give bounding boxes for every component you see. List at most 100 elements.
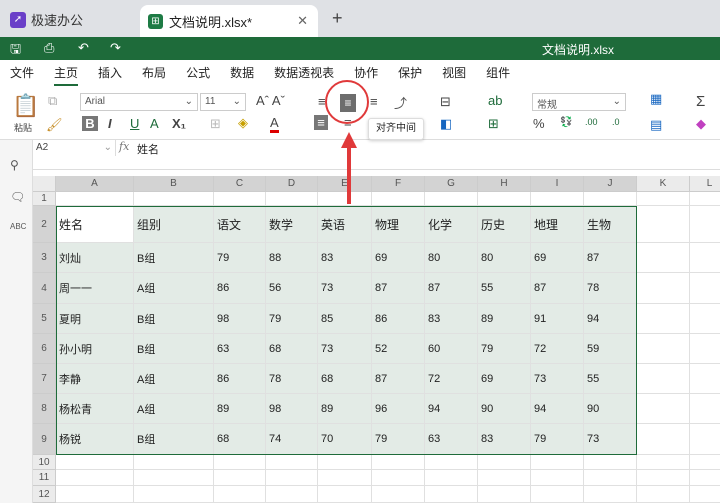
cell[interactable] xyxy=(531,470,584,486)
cell[interactable]: 孙小明 xyxy=(56,334,134,364)
column-header[interactable]: C xyxy=(214,176,266,192)
cell[interactable]: 86 xyxy=(214,273,266,304)
cell[interactable]: 语文 xyxy=(214,206,266,243)
row-header[interactable]: 3 xyxy=(33,243,56,273)
row-header[interactable]: 9 xyxy=(33,424,56,455)
cell[interactable] xyxy=(318,455,372,470)
cell[interactable] xyxy=(56,486,134,503)
increase-decimal-icon[interactable]: .00 xyxy=(585,117,598,127)
cell[interactable] xyxy=(690,470,720,486)
cell[interactable] xyxy=(637,470,690,486)
column-header[interactable]: I xyxy=(531,176,584,192)
cell[interactable] xyxy=(214,470,266,486)
cell[interactable] xyxy=(637,243,690,273)
cell[interactable]: 生物 xyxy=(584,206,637,243)
cell[interactable] xyxy=(637,486,690,503)
sum-icon[interactable]: Σ xyxy=(696,93,705,110)
cell[interactable] xyxy=(584,470,637,486)
cell[interactable] xyxy=(584,486,637,503)
cell[interactable] xyxy=(690,364,720,394)
cell[interactable]: 刘灿 xyxy=(56,243,134,273)
cell[interactable] xyxy=(531,192,584,206)
cell[interactable]: 化学 xyxy=(425,206,478,243)
cell[interactable]: 94 xyxy=(584,304,637,334)
cell[interactable]: 89 xyxy=(214,394,266,424)
cell[interactable] xyxy=(637,273,690,304)
cell[interactable]: 69 xyxy=(372,243,425,273)
number-format-select[interactable]: 常规 ⌄ xyxy=(532,93,626,111)
cell[interactable]: 74 xyxy=(266,424,318,455)
column-header[interactable]: K xyxy=(637,176,690,192)
cell[interactable]: 60 xyxy=(425,334,478,364)
cell[interactable] xyxy=(478,192,531,206)
undo-icon[interactable]: ↶ xyxy=(78,40,89,56)
cell[interactable]: B组 xyxy=(134,334,214,364)
cell[interactable]: B组 xyxy=(134,243,214,273)
cell[interactable] xyxy=(637,206,690,243)
cell[interactable]: 98 xyxy=(214,304,266,334)
cell[interactable]: 杨松青 xyxy=(56,394,134,424)
cell[interactable]: 70 xyxy=(318,424,372,455)
cell[interactable] xyxy=(425,455,478,470)
cell[interactable]: A组 xyxy=(134,364,214,394)
menu-item[interactable]: 公式 xyxy=(186,64,210,81)
bold-icon[interactable]: B xyxy=(82,116,98,131)
menu-item[interactable]: 数据 xyxy=(230,64,254,81)
menu-item[interactable]: 文件 xyxy=(10,64,34,81)
cell[interactable] xyxy=(584,192,637,206)
row-header[interactable]: 10 xyxy=(33,455,56,470)
cell[interactable] xyxy=(637,192,690,206)
cell[interactable] xyxy=(425,470,478,486)
menu-item[interactable]: 保护 xyxy=(398,64,422,81)
cell[interactable]: 79 xyxy=(266,304,318,334)
cell[interactable]: 94 xyxy=(531,394,584,424)
cell[interactable]: 数学 xyxy=(266,206,318,243)
cell[interactable] xyxy=(372,470,425,486)
row-header[interactable]: 4 xyxy=(33,273,56,304)
cell[interactable]: 69 xyxy=(478,364,531,394)
row-header[interactable]: 6 xyxy=(33,334,56,364)
cell[interactable]: 90 xyxy=(584,394,637,424)
cell[interactable] xyxy=(637,455,690,470)
copy-icon[interactable]: ⧉ xyxy=(48,93,57,109)
percent-icon[interactable]: % xyxy=(533,116,545,131)
cell[interactable]: 72 xyxy=(531,334,584,364)
cell[interactable]: 73 xyxy=(318,273,372,304)
cell[interactable]: 89 xyxy=(318,394,372,424)
cell[interactable]: 90 xyxy=(478,394,531,424)
increase-font-icon[interactable]: Aˆ Aˇ xyxy=(256,93,285,108)
font-color-icon[interactable]: A xyxy=(270,115,279,133)
menu-item[interactable]: 视图 xyxy=(442,64,466,81)
cell[interactable] xyxy=(690,455,720,470)
column-header[interactable]: F xyxy=(372,176,425,192)
cell[interactable]: 87 xyxy=(372,364,425,394)
cell[interactable] xyxy=(372,486,425,503)
cell[interactable]: 姓名 xyxy=(56,206,134,243)
cell[interactable] xyxy=(214,192,266,206)
cell[interactable]: 68 xyxy=(266,334,318,364)
cell-style-icon[interactable]: ⊟ xyxy=(440,94,451,110)
align-bottom-icon[interactable]: ≡ xyxy=(370,94,378,109)
cell[interactable]: 55 xyxy=(584,364,637,394)
column-header[interactable]: L xyxy=(690,176,720,192)
row-header[interactable]: 11 xyxy=(33,470,56,486)
cell[interactable]: 69 xyxy=(531,243,584,273)
cell[interactable]: 79 xyxy=(478,334,531,364)
column-header[interactable]: J xyxy=(584,176,637,192)
cell[interactable]: 73 xyxy=(584,424,637,455)
cell[interactable] xyxy=(266,455,318,470)
insert-cells-icon[interactable]: ▦ xyxy=(650,91,662,107)
cell[interactable] xyxy=(214,486,266,503)
formula-input[interactable]: 姓名 xyxy=(137,141,159,157)
row-header[interactable]: 12 xyxy=(33,486,56,503)
cell[interactable] xyxy=(531,455,584,470)
cell[interactable] xyxy=(637,394,690,424)
cell[interactable]: 63 xyxy=(425,424,478,455)
cell[interactable] xyxy=(690,206,720,243)
cell[interactable] xyxy=(690,394,720,424)
wrap-text-icon[interactable]: ab xyxy=(488,93,502,108)
tab-app[interactable]: ➚ 极速办公 xyxy=(10,10,83,29)
cell[interactable]: 80 xyxy=(425,243,478,273)
redo-icon[interactable]: ↷ xyxy=(110,40,121,56)
menu-item[interactable]: 数据透视表 xyxy=(274,64,334,81)
